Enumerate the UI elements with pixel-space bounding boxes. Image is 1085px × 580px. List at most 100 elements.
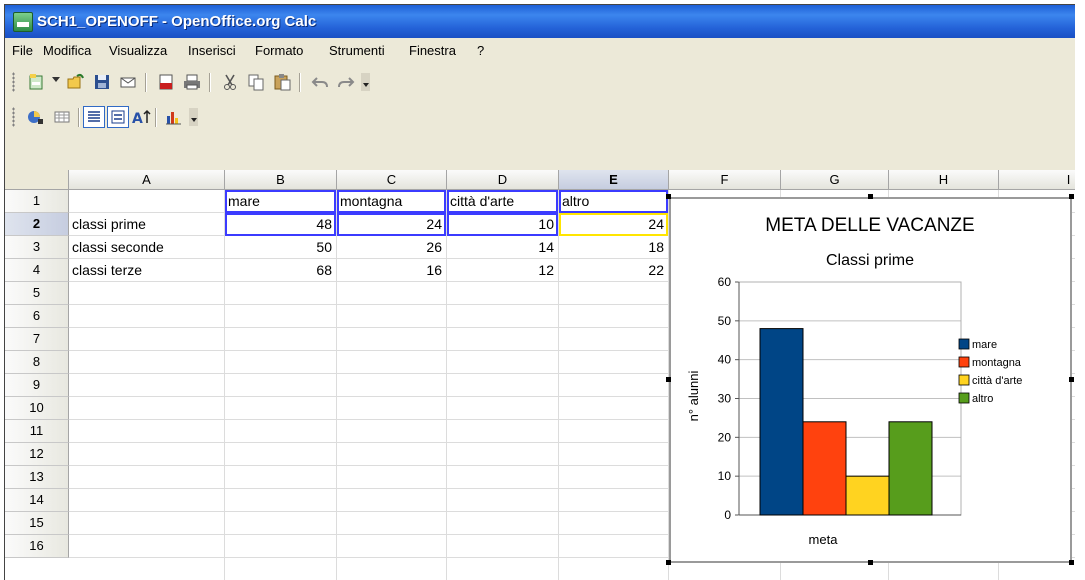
paste-icon[interactable]	[271, 71, 293, 93]
cut-icon[interactable]	[219, 71, 241, 93]
legend-swatch	[958, 392, 970, 404]
resize-handle[interactable]	[666, 560, 671, 565]
chart-wizard-icon[interactable]	[25, 106, 47, 128]
column-header-h[interactable]: H	[889, 170, 999, 190]
row-header-2[interactable]: 2	[5, 213, 69, 236]
undo-icon[interactable]	[309, 71, 331, 93]
resize-handle[interactable]	[1069, 194, 1074, 199]
cell-b1[interactable]: mare	[228, 190, 332, 212]
row-header-5[interactable]: 5	[5, 282, 69, 305]
cell-b2[interactable]: 48	[228, 213, 332, 235]
row-header-13[interactable]: 13	[5, 466, 69, 489]
resize-handle[interactable]	[1069, 377, 1074, 382]
toolbar-separator	[78, 108, 80, 127]
cell-a3[interactable]: classi seconde	[72, 236, 220, 258]
column-header-g[interactable]: G	[781, 170, 889, 190]
select-all-corner[interactable]	[5, 170, 69, 190]
new-dropdown-icon[interactable]	[52, 77, 60, 82]
row-header-16[interactable]: 16	[5, 535, 69, 558]
row-header-8[interactable]: 8	[5, 351, 69, 374]
menu-inserisci[interactable]: Inserisci	[188, 43, 236, 58]
toolbar-separator	[145, 73, 147, 92]
column-header-d[interactable]: D	[447, 170, 559, 190]
resize-handle[interactable]	[867, 194, 873, 199]
cell-e1[interactable]: altro	[562, 190, 664, 212]
cell-c2[interactable]: 24	[340, 213, 442, 235]
text-mode-icon[interactable]	[83, 106, 105, 128]
cell-e3[interactable]: 18	[562, 236, 664, 258]
cell-c1[interactable]: montagna	[340, 190, 442, 212]
y-tick-label: 30	[718, 392, 732, 406]
toolbar-separator	[155, 108, 157, 127]
menu-visualizza[interactable]: Visualizza	[109, 43, 167, 58]
resize-handle[interactable]	[666, 194, 671, 199]
cell-c3[interactable]: 26	[340, 236, 442, 258]
legend-label: montagna	[972, 357, 1022, 369]
row-header-3[interactable]: 3	[5, 236, 69, 259]
toolbar-grip[interactable]	[12, 107, 15, 127]
grid-column-line	[224, 190, 225, 580]
column-header-c[interactable]: C	[337, 170, 447, 190]
print-icon[interactable]	[181, 71, 203, 93]
cell-d1[interactable]: città d'arte	[450, 190, 554, 212]
chart-svg: META DELLE VACANZE Classi prime 0 10 20 30 4…	[686, 215, 1022, 547]
resize-handle[interactable]	[1069, 560, 1074, 565]
list-mode-icon[interactable]	[107, 106, 129, 128]
row-header-14[interactable]: 14	[5, 489, 69, 512]
menu-finestra[interactable]: Finestra	[409, 43, 456, 58]
save-icon[interactable]	[91, 71, 113, 93]
menu-help[interactable]: ?	[477, 43, 484, 58]
toolbar-separator	[209, 73, 211, 92]
chart-type-icon[interactable]	[163, 106, 185, 128]
grid-column-line	[446, 190, 447, 580]
chart-object[interactable]: META DELLE VACANZE Classi prime 0 10 20 30 4…	[669, 197, 1072, 563]
grid-column-line	[336, 190, 337, 580]
table-icon[interactable]	[51, 106, 73, 128]
row-header-4[interactable]: 4	[5, 259, 69, 282]
y-tick-label: 60	[718, 275, 732, 289]
export-pdf-icon[interactable]	[155, 71, 177, 93]
new-icon[interactable]	[25, 71, 47, 93]
copy-icon[interactable]	[245, 71, 267, 93]
row-header-15[interactable]: 15	[5, 512, 69, 535]
row-header-7[interactable]: 7	[5, 328, 69, 351]
row-header-1[interactable]: 1	[5, 190, 69, 213]
cell-d3[interactable]: 14	[450, 236, 554, 258]
column-header-f[interactable]: F	[669, 170, 781, 190]
cell-e2[interactable]: 24	[562, 213, 664, 235]
grid-column-line	[558, 190, 559, 580]
row-header-6[interactable]: 6	[5, 305, 69, 328]
resize-handle[interactable]	[867, 560, 873, 565]
cell-d2[interactable]: 10	[450, 213, 554, 235]
menu-formato[interactable]: Formato	[255, 43, 303, 58]
menu-file[interactable]: File	[12, 43, 33, 58]
cell-c4[interactable]: 16	[340, 259, 442, 281]
open-icon[interactable]	[65, 71, 87, 93]
resize-handle[interactable]	[666, 377, 671, 382]
menu-modifica[interactable]: Modifica	[43, 43, 91, 58]
toolbar-more-icon[interactable]	[189, 108, 198, 126]
cell-b3[interactable]: 50	[228, 236, 332, 258]
cell-a4[interactable]: classi terze	[72, 259, 220, 281]
row-header-9[interactable]: 9	[5, 374, 69, 397]
email-icon[interactable]	[117, 71, 139, 93]
column-header-i[interactable]: I	[999, 170, 1075, 190]
row-header-11[interactable]: 11	[5, 420, 69, 443]
row-header-10[interactable]: 10	[5, 397, 69, 420]
toolbar-grip[interactable]	[12, 72, 15, 92]
cell-e4[interactable]: 22	[562, 259, 664, 281]
row-header-12[interactable]: 12	[5, 443, 69, 466]
column-header-e[interactable]: E	[559, 170, 669, 190]
cell-a2[interactable]: classi prime	[72, 213, 220, 235]
column-header-b[interactable]: B	[225, 170, 337, 190]
cell-d4[interactable]: 12	[450, 259, 554, 281]
menu-strumenti[interactable]: Strumenti	[329, 43, 385, 58]
legend-label: mare	[972, 339, 997, 351]
redo-icon[interactable]	[335, 71, 357, 93]
bar-citt--d-arte	[845, 475, 890, 516]
standard-toolbar	[5, 64, 1075, 98]
cell-b4[interactable]: 68	[228, 259, 332, 281]
toolbar-more-icon[interactable]	[361, 73, 370, 91]
chart-text-icon[interactable]: A	[131, 106, 153, 128]
column-header-a[interactable]: A	[69, 170, 225, 190]
